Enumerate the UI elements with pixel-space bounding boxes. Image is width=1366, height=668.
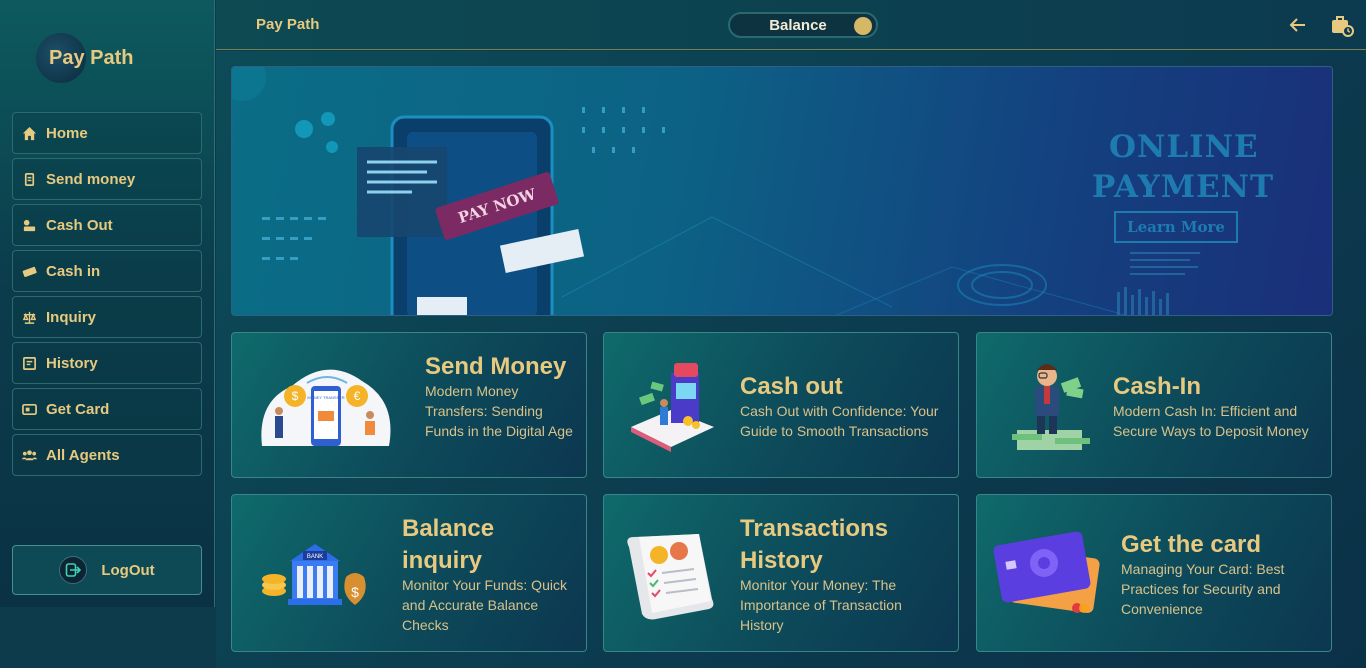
balance-inquiry-card[interactable]: BANK $ Balance inquiry Monitor Your Fund…	[231, 494, 587, 652]
sidebar-item-label: Cash Out	[46, 216, 113, 234]
main-content: PAY NOW ONLINE PAYMENT Learn More MONEY …	[216, 51, 1366, 668]
balance-label: Balance	[769, 16, 827, 34]
logout-icon	[59, 556, 88, 584]
scale-icon	[22, 310, 37, 325]
card-description: Modern Money Transfers: Sending Funds in…	[425, 383, 573, 439]
bank-label: BANK	[307, 554, 323, 560]
card-description: Monitor Your Funds: Quick and Accurate B…	[402, 577, 567, 633]
top-bar: Pay Path Balance	[216, 0, 1366, 50]
promo-banner[interactable]: PAY NOW ONLINE PAYMENT Learn More	[231, 66, 1333, 316]
money-transfer-label: MONEY TRANSFER	[307, 395, 344, 400]
card-title: Transactions History	[740, 515, 889, 574]
users-icon	[22, 448, 37, 463]
briefcase-clock-icon[interactable]	[1330, 13, 1354, 37]
sidebar-item-cash-in[interactable]: Cash in	[12, 250, 202, 292]
banner-title-line2: PAYMENT	[1092, 169, 1275, 205]
transactions-history-card[interactable]: Transactions History Monitor Your Money:…	[603, 494, 959, 652]
sidebar-item-send-money[interactable]: Send money	[12, 158, 202, 200]
sidebar-nav: Home Send money Cash Out Cash in Inquiry	[12, 112, 202, 480]
balance-toggle[interactable]: Balance	[728, 12, 878, 38]
page-title: Pay Path	[256, 16, 320, 33]
arrow-left-icon[interactable]	[1288, 15, 1308, 35]
sidebar-item-get-card[interactable]: Get Card	[12, 388, 202, 430]
svg-text:$: $	[351, 584, 359, 600]
get-the-card-card[interactable]: Get the card Managing Your Card: Best Pr…	[976, 494, 1332, 652]
money-send-icon	[22, 172, 37, 187]
card-title: Get the card	[1121, 531, 1262, 558]
sidebar-item-label: All Agents	[46, 446, 120, 464]
sidebar-item-home[interactable]: Home	[12, 112, 202, 154]
send-money-card[interactable]: MONEY TRANSFER $ € Send Money Modern Mon…	[231, 332, 587, 478]
credit-cards-illustration	[993, 531, 1100, 613]
toggle-knob	[854, 17, 872, 35]
sidebar-item-cash-out[interactable]: Cash Out	[12, 204, 202, 246]
receipt-illustration	[627, 534, 714, 620]
card-icon	[22, 402, 37, 417]
sidebar-item-all-agents[interactable]: All Agents	[12, 434, 202, 476]
card-title: Balance inquiry	[402, 515, 495, 574]
sidebar-item-label: Send money	[46, 170, 136, 188]
brand-name: Pay Path	[49, 46, 134, 69]
logout-label: LogOut	[101, 561, 155, 579]
sidebar-item-label: Get Card	[46, 400, 110, 418]
logout-button[interactable]: LogOut	[12, 545, 202, 595]
sidebar-item-label: Cash in	[46, 262, 101, 280]
card-description: Modern Cash In: Efficient and Secure Way…	[1113, 403, 1309, 439]
card-description: Cash Out with Confidence: Your Guide to …	[740, 403, 939, 439]
history-icon	[22, 356, 37, 371]
cash-out-icon	[22, 218, 37, 233]
sidebar-item-label: Home	[46, 124, 88, 142]
card-title: Send Money	[425, 353, 567, 380]
home-icon	[22, 126, 37, 141]
card-title: Cash out	[740, 373, 843, 400]
sidebar-item-label: Inquiry	[46, 308, 97, 326]
card-description: Monitor Your Money: The Importance of Tr…	[740, 577, 902, 633]
svg-text:$: $	[292, 389, 299, 403]
banner-title-line1: ONLINE	[1109, 129, 1259, 165]
sidebar-item-inquiry[interactable]: Inquiry	[12, 296, 202, 338]
sidebar: Pay Path Home Send money Cash Out Cash i…	[0, 0, 215, 607]
bank-illustration: BANK $	[262, 544, 366, 605]
sidebar-item-label: History	[46, 354, 98, 372]
svg-text:€: €	[354, 389, 361, 403]
cash-in-icon	[22, 264, 37, 279]
send-money-illustration: MONEY TRANSFER $ €	[261, 369, 391, 446]
atm-illustration	[631, 363, 714, 452]
cash-out-card[interactable]: Cash out Cash Out with Confidence: Your …	[603, 332, 959, 478]
cash-in-card[interactable]: Cash-In Modern Cash In: Efficient and Se…	[976, 332, 1332, 478]
brand-logo[interactable]: Pay Path	[36, 33, 133, 83]
businessman-illustration	[1012, 364, 1090, 450]
card-title: Cash-In	[1113, 373, 1202, 400]
sidebar-item-history[interactable]: History	[12, 342, 202, 384]
card-description: Managing Your Card: Best Practices for S…	[1121, 561, 1285, 617]
learn-more-button[interactable]: Learn More	[1114, 211, 1238, 243]
